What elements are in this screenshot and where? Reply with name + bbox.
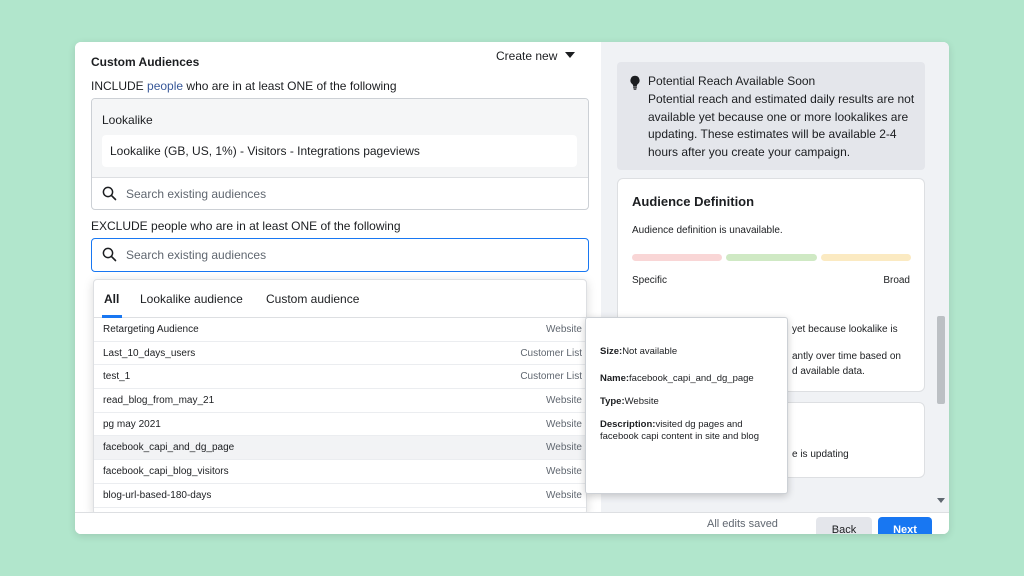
audience-name: facebook_capi_and_dg_page	[103, 442, 235, 454]
search-icon	[102, 247, 117, 262]
audience-row[interactable]: pg may 2021 Website	[94, 413, 586, 437]
include-selected-group: Lookalike Lookalike (GB, US, 1%) - Visit…	[92, 99, 588, 178]
reach-title: Potential Reach Available Soon	[648, 74, 816, 88]
footer-bar: All edits saved Back Next	[75, 512, 949, 534]
audience-row[interactable]: Retargeting Audience Website	[94, 318, 586, 342]
tooltip-description-label: Description:	[600, 419, 656, 430]
include-group-label: Lookalike	[102, 113, 153, 127]
tooltip-size: Size:Not available	[600, 346, 776, 358]
tooltip-size-label: Size:	[600, 346, 623, 357]
exclude-search-input[interactable]: Search existing audiences	[91, 238, 589, 272]
audience-name: blog-url-based-180-days	[103, 489, 212, 501]
back-button[interactable]: Back	[816, 517, 872, 534]
create-new-button[interactable]: Create new	[496, 49, 576, 63]
audience-type: Website	[546, 418, 582, 430]
audience-name: test_1	[103, 371, 131, 383]
panel-scrollbar[interactable]	[934, 42, 948, 512]
reach-body: Potential reach and estimated daily resu…	[648, 92, 915, 159]
create-new-label: Create new	[496, 49, 558, 63]
definition-status: Audience definition is unavailable.	[632, 225, 783, 236]
section-title: Custom Audiences	[91, 55, 200, 69]
tooltip-description: Description:visited dg pages and faceboo…	[600, 419, 776, 443]
exclude-search-placeholder: Search existing audiences	[126, 248, 267, 262]
search-icon	[102, 186, 117, 201]
tooltip-name-label: Name:	[600, 373, 630, 384]
audience-type: Website	[546, 395, 582, 407]
audience-name: Last_10_days_users	[103, 347, 196, 359]
tooltip-size-value: Not available	[622, 346, 678, 357]
definition-note-fragment: antly over time based on	[792, 351, 901, 362]
scrollbar-thumb[interactable]	[937, 316, 945, 404]
reach-notice: Potential Reach Available Soon Potential…	[617, 62, 925, 170]
audience-type: Website	[546, 489, 582, 501]
ad-set-editor-window: Custom Audiences Create new INCLUDE peop…	[75, 42, 949, 534]
audience-name: read_blog_from_may_21	[103, 395, 215, 407]
audience-row[interactable]: facebook_capi_blog_visitors Website	[94, 460, 586, 484]
audience-name: facebook_capi_blog_visitors	[103, 466, 229, 478]
tab-all[interactable]: All	[104, 292, 119, 306]
audience-row[interactable]: read_blog_from_may_21 Website	[94, 389, 586, 413]
include-audience-box: Lookalike Lookalike (GB, US, 1%) - Visit…	[91, 98, 589, 210]
audience-list: Retargeting Audience Website Last_10_days…	[94, 318, 586, 508]
scroll-down-arrow-icon[interactable]	[937, 498, 945, 503]
meter-broad-label: Broad	[883, 275, 910, 286]
definition-note-fragment: yet because lookalike is	[792, 324, 898, 335]
tooltip-name: Name:facebook_capi_and_dg_page	[600, 373, 776, 385]
caret-down-icon	[565, 52, 576, 58]
tooltip-name-value: facebook_capi_and_dg_page	[629, 373, 754, 384]
audience-type: Customer List	[520, 371, 582, 383]
audience-type: Customer List	[520, 347, 582, 359]
audience-type: Website	[546, 466, 582, 478]
audience-row[interactable]: Last_10_days_users Customer List	[94, 342, 586, 366]
meter-specific-segment	[632, 254, 722, 261]
next-button[interactable]: Next	[878, 517, 932, 534]
exclude-instruction: EXCLUDE people who are in at least ONE o…	[91, 219, 401, 233]
audience-name: Retargeting Audience	[103, 324, 199, 335]
audience-dropdown: All Lookalike audience Custom audience R…	[93, 279, 587, 515]
tooltip-type-label: Type:	[600, 396, 625, 407]
tab-custom-audience[interactable]: Custom audience	[266, 292, 359, 306]
tooltip-type-value: Website	[624, 396, 659, 407]
include-instruction: INCLUDE people who are in at least ONE o…	[91, 79, 397, 93]
meter-specific-label: Specific	[632, 275, 668, 286]
include-people-link[interactable]: people	[147, 79, 183, 93]
lightbulb-icon	[630, 75, 640, 90]
audience-tabs: All Lookalike audience Custom audience	[94, 280, 586, 318]
audience-type: Website	[546, 442, 582, 454]
include-suffix: who are in at least ONE of the following	[183, 79, 397, 93]
definition-title: Audience Definition	[632, 194, 755, 209]
definition-note-fragment: d available data.	[792, 366, 865, 377]
save-status: All edits saved	[707, 518, 778, 530]
tab-lookalike-audience[interactable]: Lookalike audience	[140, 292, 243, 306]
audience-name: pg may 2021	[103, 418, 161, 430]
tooltip-type: Type:Website	[600, 396, 776, 408]
audience-row-hovered[interactable]: facebook_capi_and_dg_page Website	[94, 436, 586, 461]
meter-mid-segment	[726, 254, 817, 261]
audience-panel: Custom Audiences Create new INCLUDE peop…	[75, 42, 601, 515]
include-search-placeholder: Search existing audiences	[126, 187, 267, 201]
meter-broad-segment	[821, 254, 911, 261]
audience-row[interactable]: test_1 Customer List	[94, 365, 586, 390]
include-search-input[interactable]: Search existing audiences	[92, 178, 588, 209]
include-prefix: INCLUDE	[91, 79, 148, 93]
selected-audience-chip[interactable]: Lookalike (GB, US, 1%) - Visitors - Inte…	[102, 135, 577, 167]
estimate-note-fragment: e is updating	[792, 449, 849, 460]
audience-type: Website	[546, 324, 582, 335]
audience-tooltip: Size:Not available Name:facebook_capi_an…	[585, 317, 788, 494]
audience-row[interactable]: blog-url-based-180-days Website	[94, 484, 586, 508]
